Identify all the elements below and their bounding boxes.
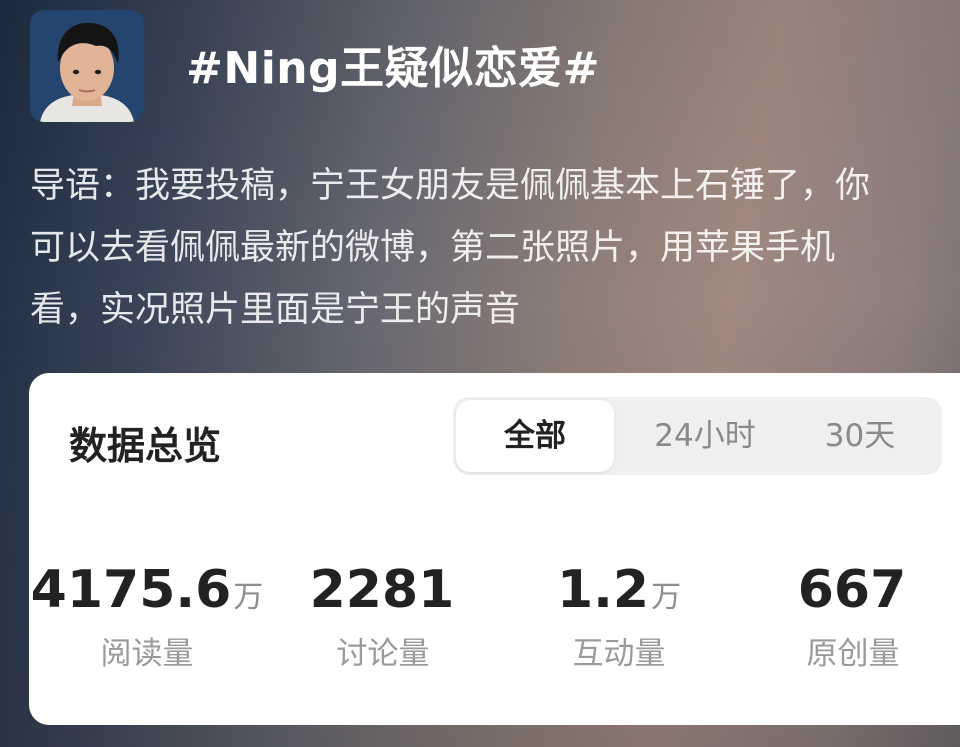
stat-label: 阅读量 bbox=[100, 636, 194, 672]
topic-intro: 导语：我要投稿，宁王女朋友是佩佩基本上石锤了，你 可以去看佩佩最新的微博，第二张… bbox=[30, 155, 960, 341]
stat-value: 2281 bbox=[265, 558, 501, 622]
overview-title: 数据总览 bbox=[69, 424, 222, 468]
intro-line: 导语：我要投稿，宁王女朋友是佩佩基本上石锤了，你 bbox=[30, 166, 871, 206]
avatar-portrait bbox=[30, 10, 144, 122]
stat-originals[interactable]: 667 原创量 bbox=[735, 558, 960, 673]
stat-reads[interactable]: 4175.6万 阅读量 bbox=[29, 558, 265, 673]
stat-label: 讨论量 bbox=[336, 636, 430, 672]
stat-label: 互动量 bbox=[572, 636, 666, 672]
tab-30-days[interactable]: 30天 bbox=[785, 397, 935, 475]
stat-unit: 万 bbox=[651, 580, 682, 615]
tab-all[interactable]: 全部 bbox=[456, 400, 614, 472]
data-overview-card: 数据总览 全部 24小时 30天 4175.6万 阅读量 2281 讨论量 1.… bbox=[29, 373, 960, 725]
stat-number: 1.2 bbox=[556, 560, 650, 620]
tab-24-hours[interactable]: 24小时 bbox=[625, 397, 785, 475]
intro-line: 看，实况照片里面是宁王的声音 bbox=[30, 290, 521, 330]
stat-value: 1.2万 bbox=[501, 558, 737, 622]
stat-value: 667 bbox=[735, 558, 960, 622]
stat-interactions[interactable]: 1.2万 互动量 bbox=[501, 558, 737, 673]
topic-title: #Ning王疑似恋爱# bbox=[186, 43, 600, 94]
stat-number: 667 bbox=[797, 560, 907, 620]
stat-number: 4175.6 bbox=[30, 560, 232, 620]
stat-number: 2281 bbox=[309, 560, 455, 620]
intro-line: 可以去看佩佩最新的微博，第二张照片，用苹果手机 bbox=[30, 228, 836, 268]
stat-label: 原创量 bbox=[806, 636, 900, 672]
stat-unit: 万 bbox=[233, 580, 264, 615]
topic-avatar[interactable] bbox=[30, 10, 144, 122]
time-range-selector: 全部 24小时 30天 bbox=[453, 397, 942, 475]
stat-value: 4175.6万 bbox=[29, 558, 265, 622]
stat-discussions[interactable]: 2281 讨论量 bbox=[265, 558, 501, 673]
